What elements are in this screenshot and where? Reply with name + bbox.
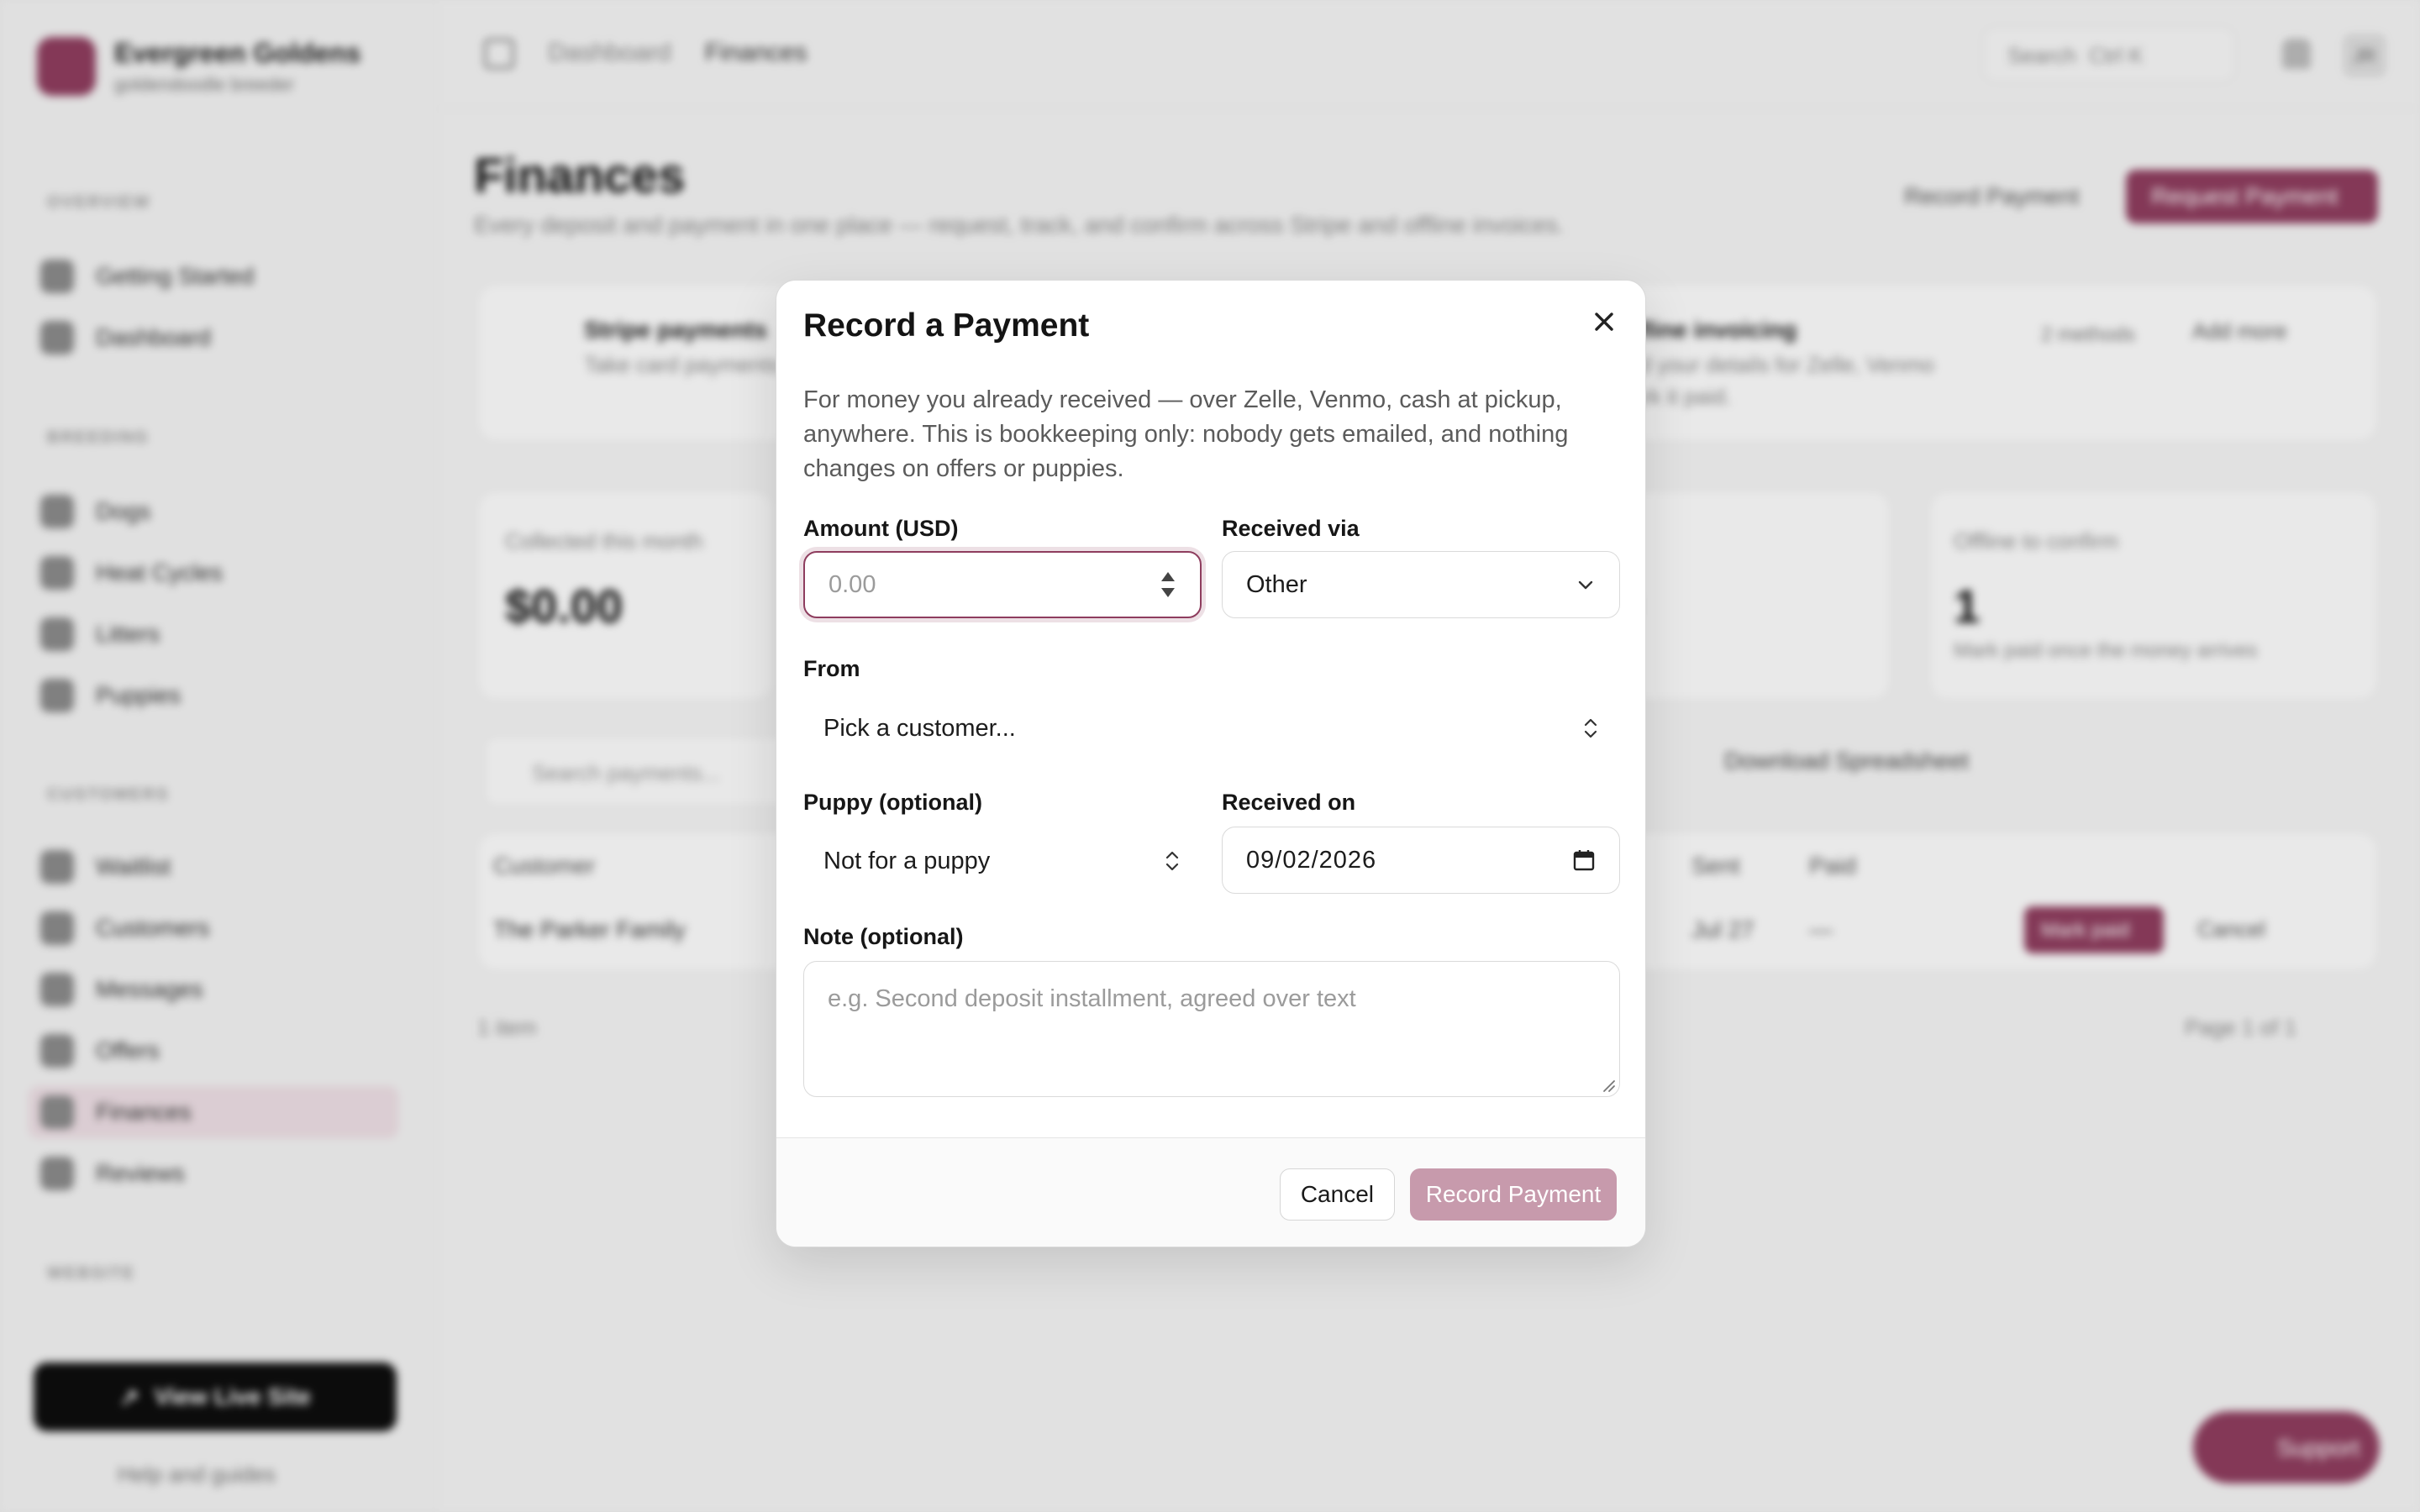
calendar-icon [1573,850,1595,871]
dialog-description: For money you already received — over Ze… [803,386,1569,482]
close-icon [1595,312,1613,331]
note-textarea[interactable]: e.g. Second deposit installment, agreed … [803,961,1620,1097]
customer-select-value: Pick a customer... [823,714,1016,742]
received-via-value: Other [1246,570,1307,598]
dialog-title: Record a Payment [803,307,1090,344]
record-payment-dialog: Record a Payment For money you already r… [776,280,1646,1247]
chevron-up-down-icon [1584,718,1597,738]
stepper-arrows-icon [1161,572,1175,597]
puppy-select[interactable]: Not for a puppy [803,832,1202,890]
chevron-down-icon [1578,580,1593,590]
resize-handle-icon[interactable] [1601,1078,1616,1093]
received-via-select[interactable]: Other [1222,551,1620,618]
dialog-footer: Cancel Record Payment [776,1137,1645,1247]
amount-input[interactable]: 0.00 [803,551,1202,618]
received-via-label: Received via [1222,516,1360,541]
cancel-button[interactable]: Cancel [1279,1168,1395,1221]
amount-placeholder: 0.00 [829,570,876,598]
puppy-select-value: Not for a puppy [823,847,991,874]
amount-label: Amount (USD) [803,516,959,541]
note-label: Note (optional) [803,924,964,949]
chevron-up-down-icon [1165,851,1179,871]
calendar-button[interactable] [1572,848,1596,872]
customer-select[interactable]: Pick a customer... [803,699,1620,758]
number-stepper[interactable] [1160,569,1176,601]
received-on-label: Received on [1222,790,1356,815]
received-on-date-input[interactable]: 09/02/2026 [1222,827,1620,894]
received-on-value: 09/02/2026 [1246,846,1377,874]
puppy-label: Puppy (optional) [803,790,982,815]
note-placeholder: e.g. Second deposit installment, agreed … [828,985,1356,1012]
close-button[interactable] [1585,302,1623,341]
record-payment-button[interactable]: Record Payment [1410,1168,1617,1221]
from-label: From [803,656,860,681]
